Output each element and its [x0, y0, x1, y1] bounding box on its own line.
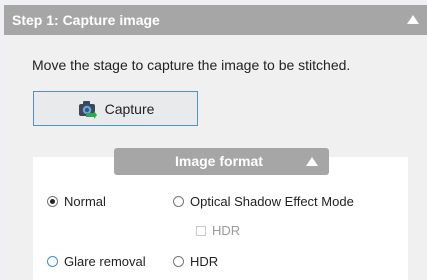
image-format-header[interactable]: Image format [114, 148, 329, 175]
radio-hdr-indicator[interactable] [173, 256, 184, 267]
radio-optical-shadow[interactable]: Optical Shadow Effect Mode [173, 194, 354, 209]
camera-icon [78, 100, 97, 119]
checkbox-hdr-sub[interactable]: HDR [196, 223, 240, 238]
image-format-title: Image format [175, 153, 263, 169]
checkbox-hdr-sub-indicator[interactable] [196, 225, 206, 236]
radio-glare-removal-label: Glare removal [64, 254, 146, 269]
radio-hdr-label: HDR [190, 254, 219, 269]
radio-normal-indicator[interactable] [47, 196, 58, 207]
radio-hdr[interactable]: HDR [173, 254, 218, 269]
triangle-up-icon[interactable] [407, 15, 419, 24]
instruction-text: Move the stage to capture the image to b… [32, 57, 351, 73]
step-title: Step 1: Capture image [12, 12, 160, 28]
radio-optical-shadow-label: Optical Shadow Effect Mode [190, 194, 354, 209]
radio-normal-label: Normal [64, 194, 106, 209]
capture-image-panel: Step 1: Capture image Move the stage to … [4, 5, 427, 280]
checkbox-hdr-sub-label: HDR [212, 223, 241, 238]
radio-glare-removal-indicator[interactable] [47, 256, 58, 267]
step-header[interactable]: Step 1: Capture image [4, 5, 427, 35]
radio-glare-removal[interactable]: Glare removal [47, 254, 146, 269]
image-format-group: Image format Normal Optical Shadow Effec… [33, 148, 408, 280]
triangle-up-icon[interactable] [306, 157, 318, 166]
radio-optical-shadow-indicator[interactable] [173, 196, 184, 207]
radio-normal[interactable]: Normal [47, 194, 106, 209]
capture-button[interactable]: Capture [33, 91, 198, 126]
capture-button-label: Capture [104, 100, 155, 117]
